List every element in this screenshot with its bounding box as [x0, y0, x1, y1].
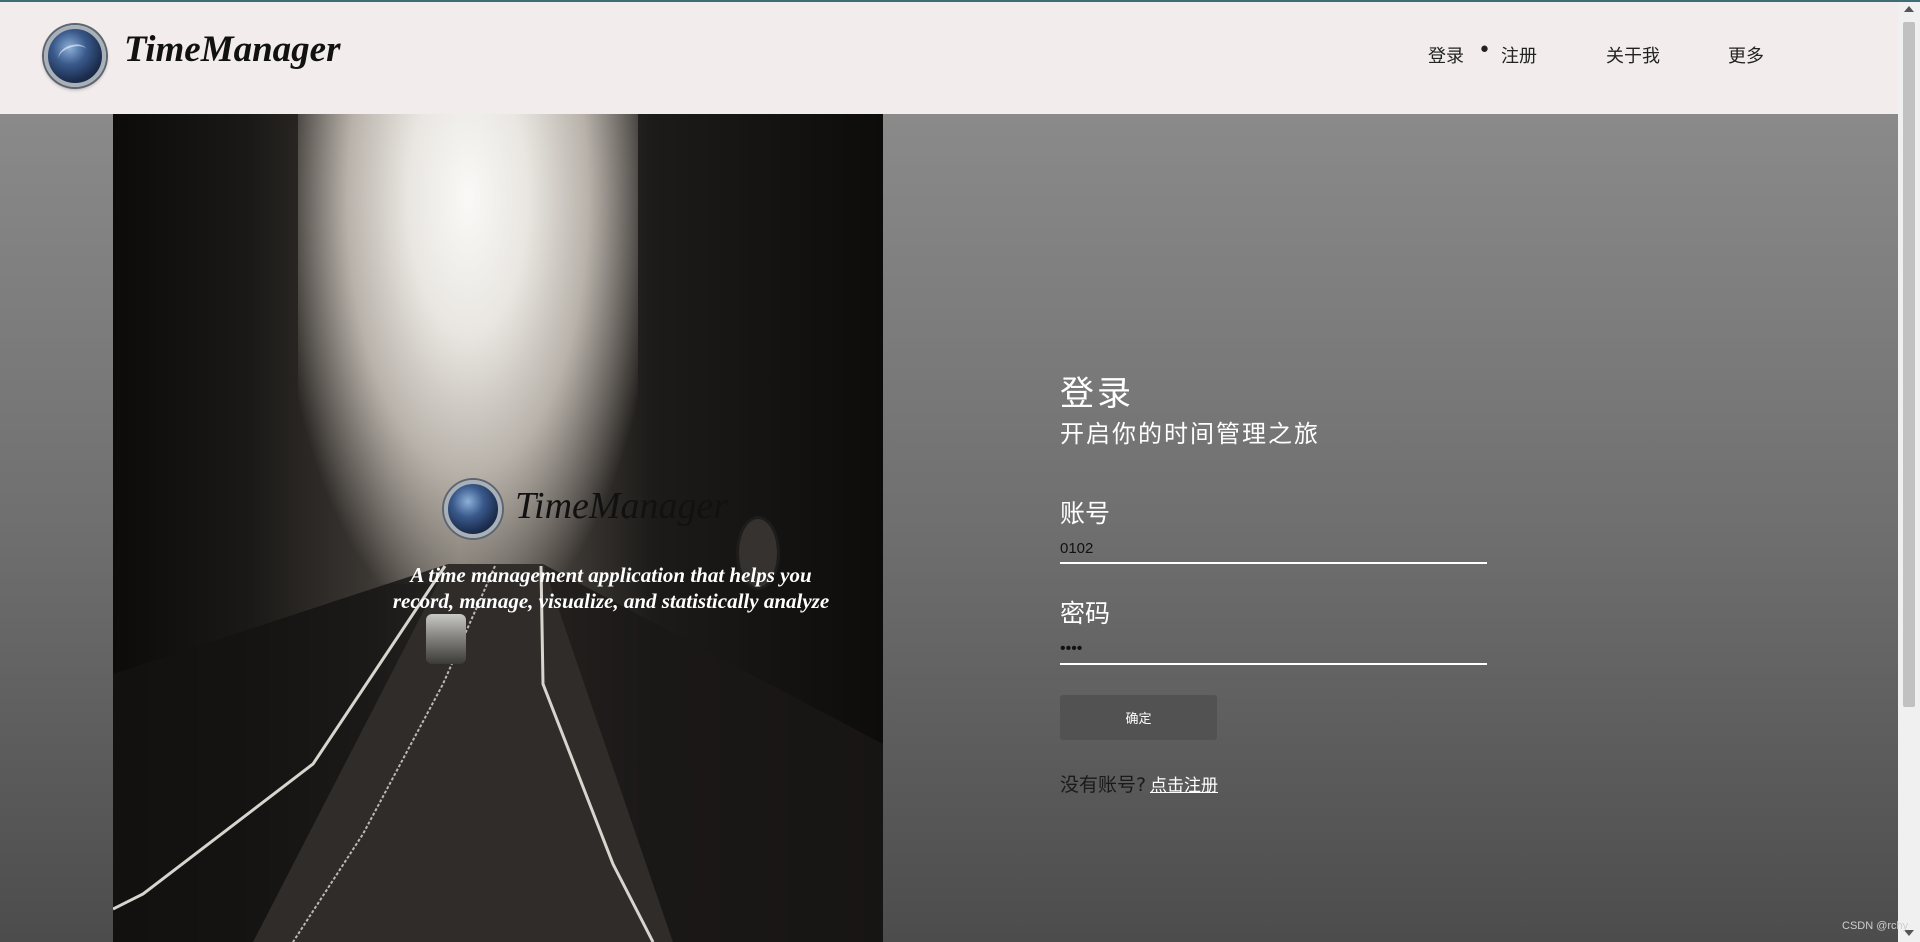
nav-register-link[interactable]: 注册 [1501, 42, 1537, 72]
no-account-text: 没有账号? [1060, 774, 1147, 796]
login-stage: TimeManager A time management applicatio… [0, 114, 1898, 942]
scroll-thumb[interactable] [1903, 22, 1915, 707]
globe-logo-icon[interactable] [44, 25, 106, 87]
hero-photo: TimeManager A time management applicatio… [113, 114, 883, 942]
hero-globe-icon [444, 480, 502, 538]
watermark: CSDN @rchy [1842, 920, 1909, 932]
hero-tagline: A time management application that helps… [392, 563, 830, 613]
password-input[interactable] [1060, 635, 1487, 665]
nav-more-link[interactable]: 更多 [1728, 42, 1764, 72]
login-title: 登录 [1060, 374, 1134, 414]
road-illustration [113, 564, 883, 942]
vertical-scrollbar[interactable] [1898, 2, 1920, 942]
submit-button[interactable]: 确定 [1060, 695, 1217, 740]
nav-separator-dot: • [1478, 38, 1491, 63]
hero-brand-title: TimeManager [515, 485, 729, 527]
password-label: 密码 [1060, 599, 1111, 628]
site-header: TimeManager 登录 • 注册 关于我 更多 [0, 2, 1898, 114]
scroll-up-arrow-icon[interactable] [1904, 6, 1914, 12]
account-input[interactable] [1060, 534, 1487, 564]
account-label: 账号 [1060, 499, 1111, 528]
nav-login-link[interactable]: 登录 [1428, 42, 1464, 72]
car-image [426, 614, 466, 664]
nav-about-link[interactable]: 关于我 [1606, 42, 1660, 72]
login-subtitle: 开启你的时间管理之旅 [1060, 420, 1320, 448]
register-link[interactable]: 点击注册 [1150, 771, 1218, 796]
brand-title[interactable]: TimeManager [124, 28, 341, 71]
